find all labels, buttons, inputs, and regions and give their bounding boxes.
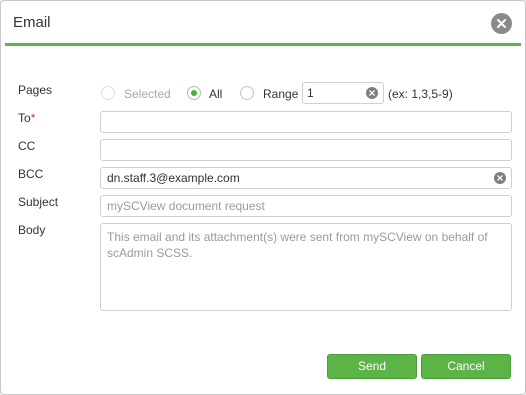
body-field[interactable] [100,223,512,311]
subject-label: Subject [18,195,59,209]
close-icon [497,19,506,28]
radio-all[interactable] [187,86,201,100]
required-marker: * [30,111,36,125]
bcc-label: BCC [18,167,44,181]
radio-range-label: Range [263,87,299,101]
dialog-titlebar: Email [1,1,525,45]
to-field[interactable] [100,111,512,133]
bcc-clear-icon[interactable] [494,172,506,184]
to-label: To* [18,111,35,125]
cancel-button[interactable]: Cancel [421,354,511,379]
close-button[interactable] [491,13,512,34]
to-label-text: To [18,111,31,125]
email-dialog: Email Pages Selected All Range (ex: 1,3,… [0,0,526,395]
send-button[interactable]: Send [327,354,417,379]
cc-field[interactable] [100,139,512,161]
body-label: Body [18,223,46,237]
radio-all-label: All [209,87,223,101]
dialog-title: Email [13,14,51,31]
radio-all-dot [191,90,197,96]
radio-selected-label: Selected [124,87,171,101]
pages-label: Pages [18,83,53,97]
cc-label: CC [18,139,36,153]
subject-field[interactable] [100,195,512,217]
radio-range[interactable] [240,86,254,100]
radio-selected[interactable] [101,86,115,100]
title-divider [5,43,521,46]
range-clear-icon[interactable] [366,87,378,99]
bcc-field[interactable] [100,167,512,189]
range-hint: (ex: 1,3,5-9) [388,87,453,101]
